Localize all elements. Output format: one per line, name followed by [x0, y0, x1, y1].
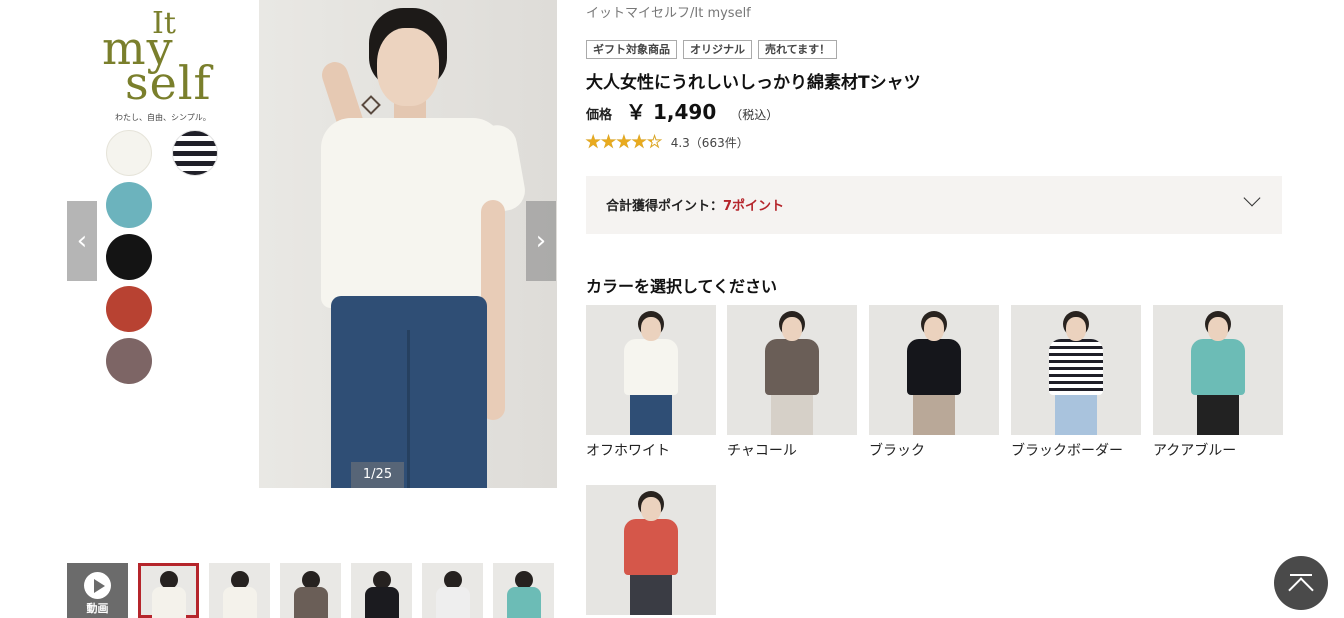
- photo-thumbnail[interactable]: [280, 563, 341, 618]
- thumbnail-model-top: [507, 587, 541, 618]
- color-option[interactable]: [586, 485, 716, 615]
- swatch-mocha: [106, 338, 152, 384]
- points-value: 7ポイント: [723, 199, 785, 214]
- model-face: [641, 497, 661, 521]
- color-option-image: [1011, 305, 1141, 435]
- product-gallery: It my self わたし、自由、シンプル。 1/25 ‹ › 動画: [67, 0, 557, 618]
- thumbnail-strip: 動画: [67, 563, 557, 618]
- swatch-red: [106, 286, 152, 332]
- badge-list: ギフト対象商品 オリジナル 売れてます！: [586, 40, 838, 59]
- star-filled-icon: ★★★★★: [586, 133, 652, 151]
- model-bottoms: [630, 573, 672, 615]
- model-face: [377, 28, 439, 106]
- model-top: [765, 339, 819, 395]
- color-option-name: オフホワイト: [586, 443, 670, 459]
- scroll-to-top-button[interactable]: [1274, 556, 1328, 610]
- chevron-right-icon: ›: [535, 226, 547, 256]
- video-label: 動画: [86, 602, 109, 615]
- color-option-image: [869, 305, 999, 435]
- thumbnail-model-top: [223, 587, 257, 618]
- swatch-offwhite: [106, 130, 152, 176]
- badge-gift: ギフト対象商品: [586, 40, 677, 59]
- color-select-heading: カラーを選択してください: [586, 277, 778, 296]
- rating-stars: ★★★★★ ★★★★★: [586, 132, 663, 151]
- chevron-up-icon: [1288, 577, 1314, 603]
- jeans-seam: [407, 330, 410, 488]
- thumbnail-model-top: [436, 587, 470, 618]
- model-bottoms: [1055, 393, 1097, 435]
- photo-thumbnail[interactable]: [138, 563, 199, 618]
- model-bottoms: [630, 393, 672, 435]
- model-face: [641, 317, 661, 341]
- model-top: [907, 339, 961, 395]
- tshirt: [321, 118, 503, 308]
- logo-tagline: わたし、自由、シンプル。: [115, 113, 211, 122]
- model-top: [1191, 339, 1245, 395]
- main-product-photo: [259, 0, 557, 488]
- model-top: [624, 339, 678, 395]
- color-option-name: ブラックボーダー: [1011, 443, 1123, 459]
- points-label: 合計獲得ポイント：7ポイント: [606, 195, 784, 214]
- model-top: [624, 519, 678, 575]
- price-row: 価格 ￥ 1,490 （税込）: [586, 96, 778, 125]
- color-option[interactable]: チャコール: [727, 305, 857, 460]
- thumbnail-model-top: [294, 587, 328, 618]
- rating-row[interactable]: ★★★★★ ★★★★★ 4.3（663件）: [586, 132, 749, 151]
- points-caption: 合計獲得ポイント：: [606, 199, 724, 214]
- photo-thumbnail[interactable]: [422, 563, 483, 618]
- photo-thumbnail[interactable]: [209, 563, 270, 618]
- play-triangle-icon: [94, 579, 105, 593]
- color-option-name: ブラック: [869, 443, 925, 459]
- color-option[interactable]: ブラック: [869, 305, 999, 460]
- color-option[interactable]: ブラックボーダー: [1011, 305, 1141, 460]
- swatch-black-border: [172, 130, 218, 176]
- logo-self-text: self: [125, 56, 212, 110]
- color-option-image: [1153, 305, 1283, 435]
- color-option[interactable]: オフホワイト: [586, 305, 716, 460]
- color-option-image: [586, 485, 716, 615]
- badge-original: オリジナル: [683, 40, 752, 59]
- photo-counter: 1/25: [351, 462, 404, 488]
- photo-thumbnail[interactable]: [493, 563, 554, 618]
- badge-bestseller: 売れてます！: [758, 40, 838, 59]
- model-bottoms: [1197, 393, 1239, 435]
- product-title: 大人女性にうれしいしっかり綿素材Tシャツ: [586, 73, 921, 93]
- photo-thumbnail[interactable]: [351, 563, 412, 618]
- color-option-image: [727, 305, 857, 435]
- model-face: [924, 317, 944, 341]
- model-face: [782, 317, 802, 341]
- color-option-image: [586, 305, 716, 435]
- price-tax-note: （税込）: [730, 108, 779, 122]
- color-option-name: チャコール: [727, 443, 797, 459]
- video-thumbnail[interactable]: 動画: [67, 563, 128, 618]
- chevron-left-icon: ‹: [76, 226, 88, 256]
- price-label: 価格: [586, 108, 613, 123]
- color-option[interactable]: アクアブルー: [1153, 305, 1283, 460]
- thumbnail-model-top: [152, 587, 186, 618]
- model-face: [1066, 317, 1086, 341]
- chevron-down-icon: [1243, 189, 1261, 207]
- swatch-black: [106, 234, 152, 280]
- model-top: [1049, 339, 1103, 395]
- price-value: ￥ 1,490: [626, 100, 717, 124]
- next-photo-button[interactable]: ›: [526, 201, 556, 281]
- model-face: [1208, 317, 1228, 341]
- model-bottoms: [913, 393, 955, 435]
- model-bottoms: [771, 393, 813, 435]
- scroll-top-bar-icon: [1290, 574, 1312, 576]
- brand-link[interactable]: イットマイセルフ/It myself: [586, 2, 751, 21]
- prev-photo-button[interactable]: ‹: [67, 201, 97, 281]
- rating-text: 4.3（663件）: [670, 135, 749, 150]
- thumbnail-model-top: [365, 587, 399, 618]
- points-accordion[interactable]: 合計獲得ポイント：7ポイント: [586, 176, 1282, 234]
- swatch-aqua-blue: [106, 182, 152, 228]
- color-option-name: アクアブルー: [1153, 443, 1237, 459]
